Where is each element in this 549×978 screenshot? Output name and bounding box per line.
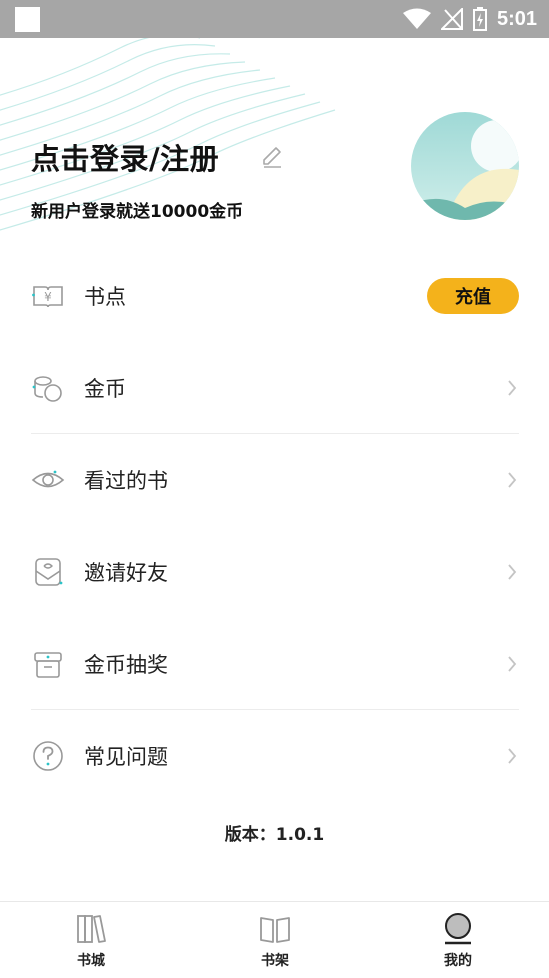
status-icons: 5:01 xyxy=(402,6,537,32)
no-signal-icon xyxy=(440,8,463,30)
menu-label-faq: 常见问题 xyxy=(84,745,168,769)
divider xyxy=(31,709,519,710)
menu-item-lottery[interactable]: 金币抽奖 xyxy=(31,636,519,692)
menu-item-history[interactable]: 看过的书 xyxy=(31,452,519,508)
menu-item-invite[interactable]: 邀请好友 xyxy=(31,544,519,600)
version-text: 版本：1.0.1 xyxy=(224,825,325,845)
question-icon xyxy=(31,739,65,773)
divider xyxy=(31,433,519,434)
menu-item-faq[interactable]: 常见问题 xyxy=(31,728,519,784)
chevron-right-icon xyxy=(508,380,517,396)
menu-label-lottery: 金币抽奖 xyxy=(84,653,168,677)
bookstore-icon xyxy=(77,915,106,943)
menu-label-book-points: 书点 xyxy=(84,285,126,309)
recharge-button[interactable]: 充值 xyxy=(427,278,519,314)
chevron-right-icon xyxy=(508,656,517,672)
status-bar: 5:01 xyxy=(0,0,549,38)
status-time: 5:01 xyxy=(496,7,537,30)
chevron-right-icon xyxy=(508,748,517,764)
menu-label-invite: 邀请好友 xyxy=(84,561,168,585)
edit-icon[interactable] xyxy=(259,143,285,169)
book-points-icon: ¥ xyxy=(31,279,65,313)
eye-icon xyxy=(31,463,65,497)
battery-charging-icon xyxy=(472,7,487,31)
wifi-icon xyxy=(402,8,431,29)
avatar[interactable] xyxy=(411,112,519,220)
menu-item-book-points[interactable]: ¥ 书点 充值 xyxy=(31,268,519,324)
menu-label-coins: 金币 xyxy=(84,377,126,401)
new-user-promo: 新用户登录就送10000金币 xyxy=(31,202,244,222)
chevron-right-icon xyxy=(508,564,517,580)
tab-bookshelf[interactable]: 书架 xyxy=(215,902,335,978)
tab-mine[interactable]: 我的 xyxy=(398,902,518,978)
invite-icon xyxy=(31,555,65,589)
notification-icon xyxy=(15,7,40,32)
bottom-tab-bar: 书城 书架 我的 xyxy=(0,901,549,978)
tab-label-bookstore: 书城 xyxy=(77,953,105,969)
tab-bookstore[interactable]: 书城 xyxy=(31,902,151,978)
menu-label-history: 看过的书 xyxy=(84,469,168,493)
tab-label-mine: 我的 xyxy=(444,953,472,969)
svg-text:¥: ¥ xyxy=(44,290,52,304)
book-open-icon xyxy=(260,917,290,943)
tab-label-bookshelf: 书架 xyxy=(261,953,289,969)
menu-item-coins[interactable]: 金币 xyxy=(31,360,519,416)
coins-icon xyxy=(31,371,65,405)
gift-box-icon xyxy=(31,647,65,681)
profile-icon xyxy=(445,913,471,945)
chevron-right-icon xyxy=(508,472,517,488)
login-register-link[interactable]: 点击登录/注册 xyxy=(31,136,219,178)
